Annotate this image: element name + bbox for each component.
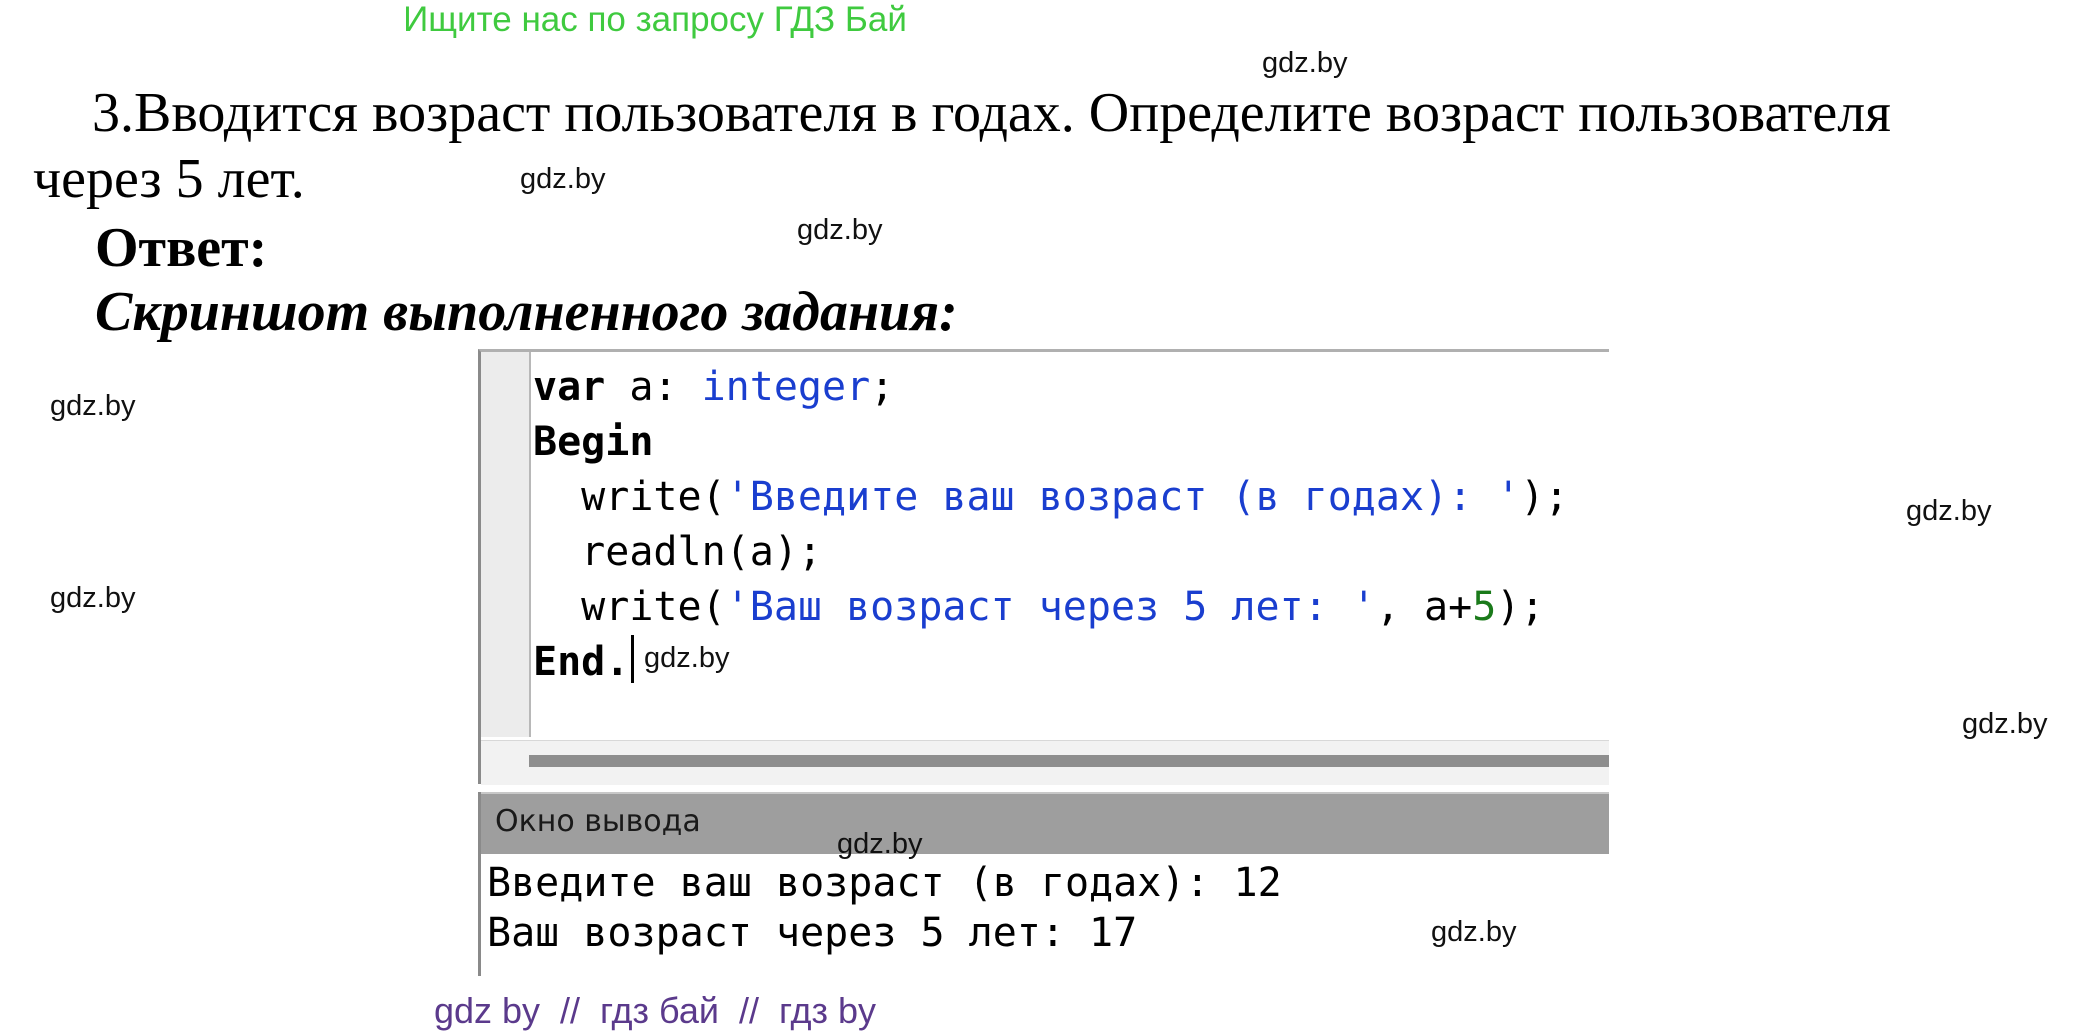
code-text: ); <box>1520 474 1569 520</box>
code-line: var a: integer; <box>533 360 1569 415</box>
code-line: write('Ваш возраст через 5 лет: ', a+5); <box>533 580 1569 635</box>
code-keyword: var <box>533 364 606 410</box>
code-string: 'Введите ваш возраст (в годах): ' <box>725 474 1521 520</box>
code-line: readln(a); <box>533 525 1569 580</box>
code-line: write('Введите ваш возраст (в годах): ')… <box>533 470 1569 525</box>
output-text: Введите ваш возраст (в годах): 12 Ваш во… <box>487 858 1282 958</box>
code-area[interactable]: var a: integer; Begin write('Введите ваш… <box>533 360 1569 690</box>
output-window-title: Окно вывода <box>495 804 701 839</box>
output-line: Ваш возраст через 5 лет: 17 <box>487 910 1138 956</box>
code-text: readln(a); <box>533 529 822 575</box>
screenshot-caption: Скриншот выполненного задания: <box>95 281 958 343</box>
editor-gutter <box>481 352 531 737</box>
code-text: ); <box>1496 584 1545 630</box>
scrollbar-thumb[interactable] <box>529 755 1609 767</box>
code-line: Begin <box>533 415 1569 470</box>
watermark: gdz.by <box>644 642 730 674</box>
code-text: a: <box>605 364 702 410</box>
watermark: gdz.by <box>837 828 923 860</box>
task-text-line-2: через 5 лет. <box>33 148 305 210</box>
task-text-line-1: 3.Вводится возраст пользователя в годах.… <box>92 82 1891 144</box>
watermark: gdz.by <box>50 390 136 422</box>
watermark: gdz.by <box>50 582 136 614</box>
footer-watermark: gdz by // гдз бай // гдз by <box>433 990 877 1031</box>
watermark: gdz.by <box>1262 47 1348 79</box>
code-editor[interactable]: var a: integer; Begin write('Введите ваш… <box>478 349 1609 785</box>
code-text: write( <box>533 584 726 630</box>
code-text: ; <box>870 364 895 410</box>
watermark: gdz.by <box>1906 495 1992 527</box>
code-number: 5 <box>1472 584 1497 630</box>
watermark: gdz.by <box>520 163 606 195</box>
watermark: gdz.by <box>1962 708 2048 740</box>
code-type: integer <box>701 364 871 410</box>
code-string: 'Ваш возраст через 5 лет: ' <box>725 584 1376 630</box>
watermark: gdz.by <box>1431 916 1517 948</box>
code-text: write( <box>533 474 726 520</box>
answer-label: Ответ: <box>95 217 268 279</box>
output-line: Введите ваш возраст (в годах): 12 <box>487 860 1282 906</box>
code-keyword: End. <box>533 639 630 685</box>
output-window-header: Окно вывода <box>481 792 1609 854</box>
search-banner: Ищите нас по запросу ГДЗ Бай <box>403 0 907 39</box>
code-text: , a+ <box>1375 584 1473 630</box>
horizontal-scrollbar[interactable] <box>481 740 1609 785</box>
watermark: gdz.by <box>797 214 883 246</box>
text-cursor <box>631 635 635 683</box>
code-keyword: Begin <box>533 419 654 465</box>
